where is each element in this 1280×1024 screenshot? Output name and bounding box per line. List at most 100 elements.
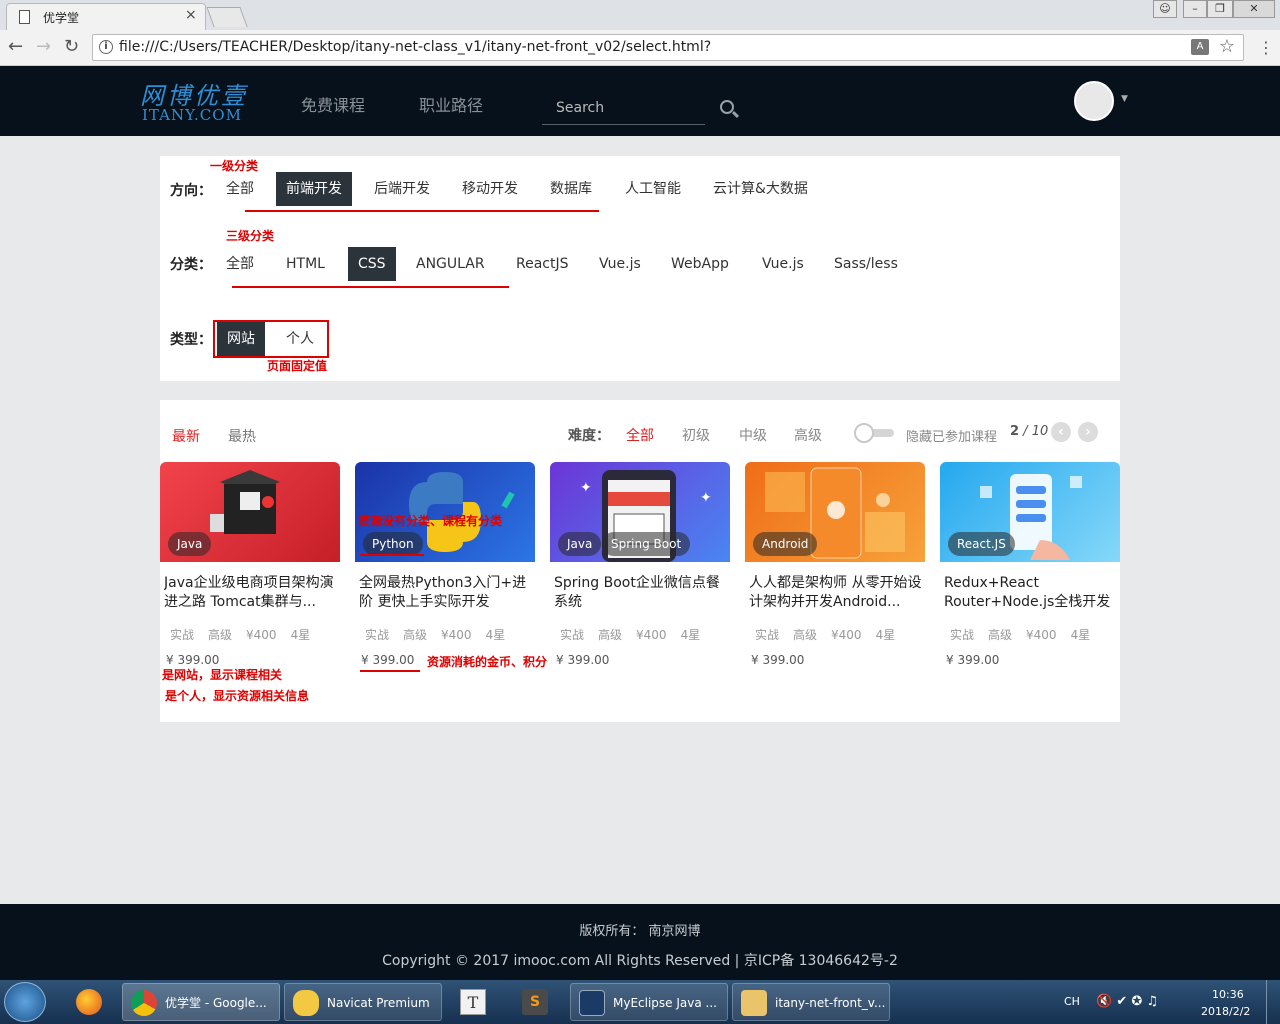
direction-cloud-bigdata[interactable]: 云计算&大数据 — [703, 172, 818, 206]
taskbar-navicat[interactable]: Navicat Premium — [284, 983, 442, 1021]
course-card[interactable]: ✦ ✦ Java Spring Boot Spring Boot企业微信点餐系统… — [550, 462, 730, 682]
taskbar-label: Navicat Premium — [327, 996, 430, 1010]
course-card[interactable]: Java Java企业级电商项目架构演进之路 Tomcat集群与... 实战 高级… — [160, 462, 340, 682]
chrome-icon — [131, 990, 157, 1016]
course-meta: 实战 高级 ¥400 4星 — [950, 626, 1104, 643]
translate-icon[interactable]: A — [1191, 39, 1209, 55]
taskbar-myeclipse[interactable]: MyEclipse Java ... — [570, 983, 728, 1021]
direction-all[interactable]: 全部 — [216, 172, 264, 206]
close-icon[interactable]: × — [185, 7, 197, 23]
course-card[interactable]: React.JS Redux+React Router+Node.js全栈开发 … — [940, 462, 1120, 682]
address-bar[interactable]: i file:///C:/Users/TEACHER/Desktop/itany… — [92, 34, 1244, 61]
difficulty-advanced[interactable]: 高级 — [794, 425, 822, 445]
category-angular[interactable]: ANGULAR — [406, 247, 495, 281]
course-price: ¥ 399.00 — [361, 653, 415, 667]
annotation-personal-info: 是个人，显示资源相关信息 — [165, 689, 310, 703]
difficulty-intermediate[interactable]: 中级 — [739, 425, 767, 445]
page-current: 2 — [1010, 424, 1020, 439]
direction-label: 方向： — [170, 183, 212, 199]
bookmark-star-icon[interactable]: ☆ — [1219, 36, 1235, 57]
typora-icon[interactable]: T — [448, 983, 500, 1021]
sublime-icon[interactable]: S — [510, 983, 562, 1021]
chevron-down-icon[interactable]: ▼ — [1121, 94, 1128, 104]
course-title[interactable]: Redux+React Router+Node.js全栈开发 — [944, 574, 1118, 614]
direction-mobile[interactable]: 移动开发 — [452, 172, 528, 206]
sort-newest[interactable]: 最新 — [172, 426, 200, 446]
reload-icon[interactable]: ↻ — [64, 36, 79, 57]
course-title[interactable]: 全网最热Python3入门+进阶 更快上手实际开发 — [359, 574, 533, 614]
clock-date[interactable]: 2018/2/2 — [1201, 1005, 1250, 1018]
direction-frontend[interactable]: 前端开发 — [276, 172, 352, 206]
site-footer: 版权所有： 南京网博 Copyright © 2017 imooc.com Al… — [0, 904, 1280, 980]
course-thumbnail[interactable]: ✦ ✦ Java Spring Boot — [550, 462, 730, 562]
firefox-icon[interactable] — [64, 983, 116, 1021]
category-html[interactable]: HTML — [276, 247, 335, 281]
annotation-underline — [360, 554, 424, 556]
nav-career-path[interactable]: 职业路径 — [419, 92, 483, 116]
minimize-button[interactable]: – — [1183, 0, 1207, 18]
show-desktop-button[interactable] — [1266, 980, 1280, 1024]
category-all[interactable]: 全部 — [216, 247, 264, 281]
nav-free-courses[interactable]: 免费课程 — [301, 92, 365, 116]
next-page-icon[interactable]: › — [1078, 422, 1098, 442]
course-level: 高级 — [988, 628, 1013, 642]
taskbar-label: MyEclipse Java ... — [613, 996, 717, 1010]
difficulty-all[interactable]: 全部 — [626, 425, 654, 445]
sort-hottest[interactable]: 最热 — [228, 426, 256, 446]
new-tab-button[interactable] — [206, 7, 248, 27]
course-tag: Android — [753, 532, 818, 556]
direction-database[interactable]: 数据库 — [540, 172, 602, 206]
course-type: 实战 — [560, 628, 585, 642]
category-vuejs-2[interactable]: Vue.js — [752, 247, 814, 281]
restore-button[interactable]: ❐ — [1207, 0, 1233, 18]
back-icon[interactable]: ← — [8, 36, 23, 57]
taskbar-chrome[interactable]: 优学堂 - Google... — [122, 983, 280, 1021]
search-icon[interactable] — [720, 100, 734, 114]
prev-page-icon[interactable]: ‹ — [1051, 422, 1071, 442]
type-personal[interactable]: 个人 — [276, 322, 324, 356]
course-meta: 实战 高级 ¥400 4星 — [560, 626, 714, 643]
taskbar-explorer[interactable]: itany-net-front_v... — [732, 983, 890, 1021]
tab-title: 优学堂 — [43, 11, 80, 25]
difficulty-beginner[interactable]: 初级 — [682, 425, 710, 445]
myeclipse-icon — [579, 990, 605, 1016]
svg-text:✦: ✦ — [580, 480, 592, 496]
tray-icons[interactable]: 🔇 ✔ ✪ ♫ — [1096, 994, 1158, 1009]
kebab-menu-icon[interactable]: ⋮ — [1258, 38, 1274, 57]
course-level: 高级 — [793, 628, 818, 642]
category-vuejs[interactable]: Vue.js — [589, 247, 651, 281]
course-title[interactable]: Spring Boot企业微信点餐系统 — [554, 574, 728, 614]
course-card[interactable]: Android 人人都是架构师 从零开始设计架构并开发Android... 实战… — [745, 462, 925, 682]
input-language[interactable]: CH — [1064, 995, 1080, 1008]
navicat-icon — [293, 990, 319, 1016]
course-tag: Java — [168, 532, 212, 556]
direction-ai[interactable]: 人工智能 — [615, 172, 691, 206]
profile-icon[interactable]: ☺ — [1153, 0, 1177, 18]
type-website[interactable]: 网站 — [217, 322, 265, 356]
clock-time[interactable]: 10:36 — [1212, 988, 1244, 1001]
course-title[interactable]: 人人都是架构师 从零开始设计架构并开发Android... — [749, 574, 923, 614]
info-icon[interactable]: i — [99, 40, 113, 54]
course-thumbnail[interactable]: Java — [160, 462, 340, 562]
hide-joined-toggle[interactable] — [854, 423, 894, 443]
windows-taskbar: 优学堂 - Google... Navicat Premium T S MyEc… — [0, 980, 1280, 1024]
url-text[interactable]: file:///C:/Users/TEACHER/Desktop/itany-n… — [119, 39, 711, 55]
course-card[interactable]: Python 全网最热Python3入门+进阶 更快上手实际开发 实战 高级 ¥40… — [355, 462, 535, 682]
direction-backend[interactable]: 后端开发 — [364, 172, 440, 206]
category-css[interactable]: CSS — [348, 247, 396, 281]
category-reactjs[interactable]: ReactJS — [506, 247, 579, 281]
course-title[interactable]: Java企业级电商项目架构演进之路 Tomcat集群与... — [164, 574, 338, 614]
avatar[interactable] — [1074, 81, 1114, 121]
course-thumbnail[interactable]: Android — [745, 462, 925, 562]
window-close-button[interactable]: ✕ — [1233, 0, 1275, 18]
category-webapp[interactable]: WebApp — [661, 247, 739, 281]
course-thumbnail[interactable]: React.JS — [940, 462, 1120, 562]
annotation-level3: 三级分类 — [226, 229, 275, 243]
search-input[interactable] — [542, 94, 692, 122]
page-icon — [19, 10, 30, 24]
windows-start-icon[interactable] — [4, 982, 46, 1022]
browser-tab[interactable]: 优学堂 × — [6, 3, 206, 30]
category-sass-less[interactable]: Sass/less — [824, 247, 908, 281]
course-meta: 实战 高级 ¥400 4星 — [170, 626, 324, 643]
forward-icon[interactable]: → — [36, 36, 51, 57]
